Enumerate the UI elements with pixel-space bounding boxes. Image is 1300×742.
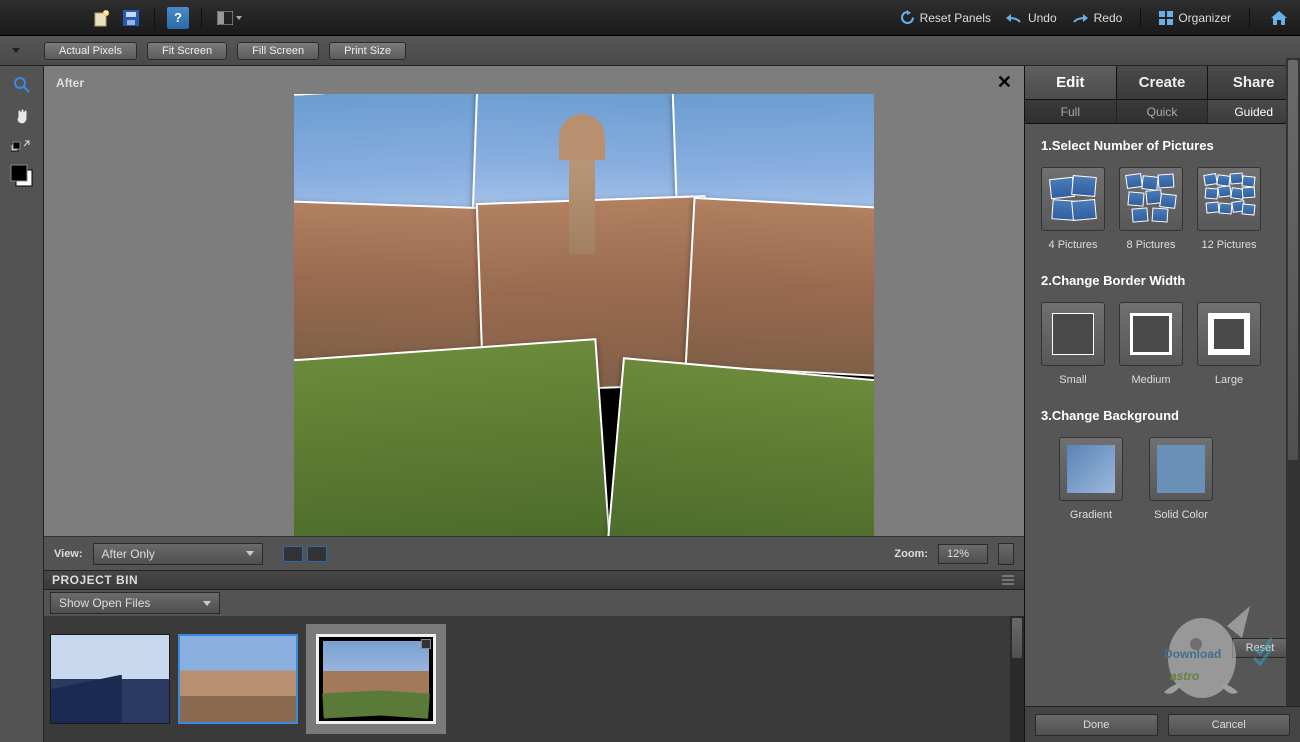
border-medium-label: Medium	[1131, 374, 1170, 386]
right-panel: Edit Create Share Full Quick Guided 1.Se…	[1024, 66, 1300, 742]
bg-solid-label: Solid Color	[1154, 509, 1208, 521]
divider	[154, 7, 155, 29]
undo-button[interactable]: Undo	[1005, 11, 1057, 25]
bin-filter-value: Show Open Files	[59, 596, 150, 610]
subtab-quick[interactable]: Quick	[1117, 100, 1209, 123]
reset-button[interactable]: Reset	[1232, 638, 1288, 658]
project-bin	[44, 616, 1024, 742]
bg-solid-option[interactable]: Solid Color	[1149, 437, 1213, 521]
reset-panels-label: Reset Panels	[920, 11, 991, 25]
zoom-dropdown[interactable]	[998, 543, 1014, 565]
canvas-zone: After ✕	[44, 66, 1024, 536]
divider	[201, 7, 202, 29]
top-toolbar: ? Reset Panels Undo Redo Organizer	[0, 0, 1300, 36]
thumb-badge-icon	[421, 639, 431, 649]
help-icon[interactable]: ?	[167, 7, 189, 29]
options-bar: Actual Pixels Fit Screen Fill Screen Pri…	[0, 36, 1300, 66]
hand-tool-icon[interactable]	[7, 104, 37, 130]
bin-scrollbar[interactable]	[1010, 616, 1024, 742]
after-label: After	[56, 76, 84, 90]
pictures-4-option[interactable]: 4 Pictures	[1041, 167, 1105, 251]
subtab-full[interactable]: Full	[1025, 100, 1117, 123]
border-large-option[interactable]: Large	[1197, 302, 1261, 386]
border-medium-option[interactable]: Medium	[1119, 302, 1183, 386]
bin-thumb[interactable]	[178, 634, 298, 724]
redo-label: Redo	[1094, 11, 1123, 25]
guided-body: 1.Select Number of Pictures 4 Pictures	[1025, 124, 1300, 706]
fit-screen-button[interactable]: Fit Screen	[147, 42, 227, 60]
pictures-8-option[interactable]: 8 Pictures	[1119, 167, 1183, 251]
divider	[1249, 7, 1250, 29]
pictures-12-label: 12 Pictures	[1201, 239, 1256, 251]
border-small-option[interactable]: Small	[1041, 302, 1105, 386]
pictures-12-option[interactable]: 12 Pictures	[1197, 167, 1261, 251]
organizer-button[interactable]: Organizer	[1159, 11, 1231, 25]
layout-icon[interactable]	[214, 7, 244, 29]
border-large-label: Large	[1215, 374, 1243, 386]
new-document-icon[interactable]	[90, 7, 112, 29]
undo-label: Undo	[1028, 11, 1057, 25]
swap-colors-icon[interactable]	[7, 136, 37, 154]
close-icon[interactable]: ✕	[997, 72, 1012, 93]
save-icon[interactable]	[120, 7, 142, 29]
bin-menu-icon[interactable]	[1002, 575, 1016, 585]
bg-gradient-label: Gradient	[1070, 509, 1112, 521]
pictures-8-label: 8 Pictures	[1127, 239, 1176, 251]
bin-filter-select[interactable]: Show Open Files	[50, 592, 220, 614]
view-label: View:	[54, 548, 83, 560]
view-select-value: After Only	[102, 547, 155, 561]
bin-thumb[interactable]	[50, 634, 170, 724]
zoom-value[interactable]: 12%	[938, 544, 988, 564]
color-swatches-icon[interactable]	[7, 160, 37, 192]
organizer-label: Organizer	[1178, 11, 1231, 25]
bg-gradient-option[interactable]: Gradient	[1059, 437, 1123, 521]
bottom-buttons: Done Cancel	[1025, 706, 1300, 742]
border-small-label: Small	[1059, 374, 1087, 386]
options-expand-icon[interactable]	[12, 48, 20, 53]
canvas-column: After ✕ View: After Only	[44, 66, 1024, 742]
bin-thumb[interactable]	[316, 634, 436, 724]
tab-edit[interactable]: Edit	[1025, 66, 1117, 99]
done-button[interactable]: Done	[1035, 714, 1158, 736]
redo-button[interactable]: Redo	[1071, 11, 1123, 25]
mode-tabs: Edit Create Share	[1025, 66, 1300, 100]
project-bin-title: PROJECT BIN	[52, 573, 138, 587]
section-2-title: 2.Change Border Width	[1041, 273, 1284, 288]
tab-create[interactable]: Create	[1117, 66, 1209, 99]
divider	[1140, 7, 1141, 29]
view-mode-b-icon[interactable]	[307, 546, 327, 562]
view-select[interactable]: After Only	[93, 543, 263, 565]
reset-panels-button[interactable]: Reset Panels	[900, 10, 991, 25]
section-1-title: 1.Select Number of Pictures	[1041, 138, 1284, 153]
zoom-tool-icon[interactable]	[7, 72, 37, 98]
panel-scrollbar[interactable]	[1286, 58, 1300, 706]
pictures-4-label: 4 Pictures	[1049, 239, 1098, 251]
print-size-button[interactable]: Print Size	[329, 42, 406, 60]
view-mode-a-icon[interactable]	[283, 546, 303, 562]
sub-tabs: Full Quick Guided	[1025, 100, 1300, 124]
home-icon[interactable]	[1268, 7, 1290, 29]
chevron-down-icon	[203, 601, 211, 606]
bin-controls: Show Open Files	[44, 590, 1024, 616]
canvas-image[interactable]	[294, 94, 874, 536]
zoom-label: Zoom:	[894, 548, 928, 560]
actual-pixels-button[interactable]: Actual Pixels	[44, 42, 137, 60]
fill-screen-button[interactable]: Fill Screen	[237, 42, 319, 60]
tool-strip	[0, 66, 44, 742]
section-3-title: 3.Change Background	[1041, 408, 1284, 423]
project-bin-header: PROJECT BIN	[44, 570, 1024, 590]
view-bar: View: After Only Zoom: 12%	[44, 536, 1024, 570]
chevron-down-icon	[246, 551, 254, 556]
cancel-button[interactable]: Cancel	[1168, 714, 1291, 736]
